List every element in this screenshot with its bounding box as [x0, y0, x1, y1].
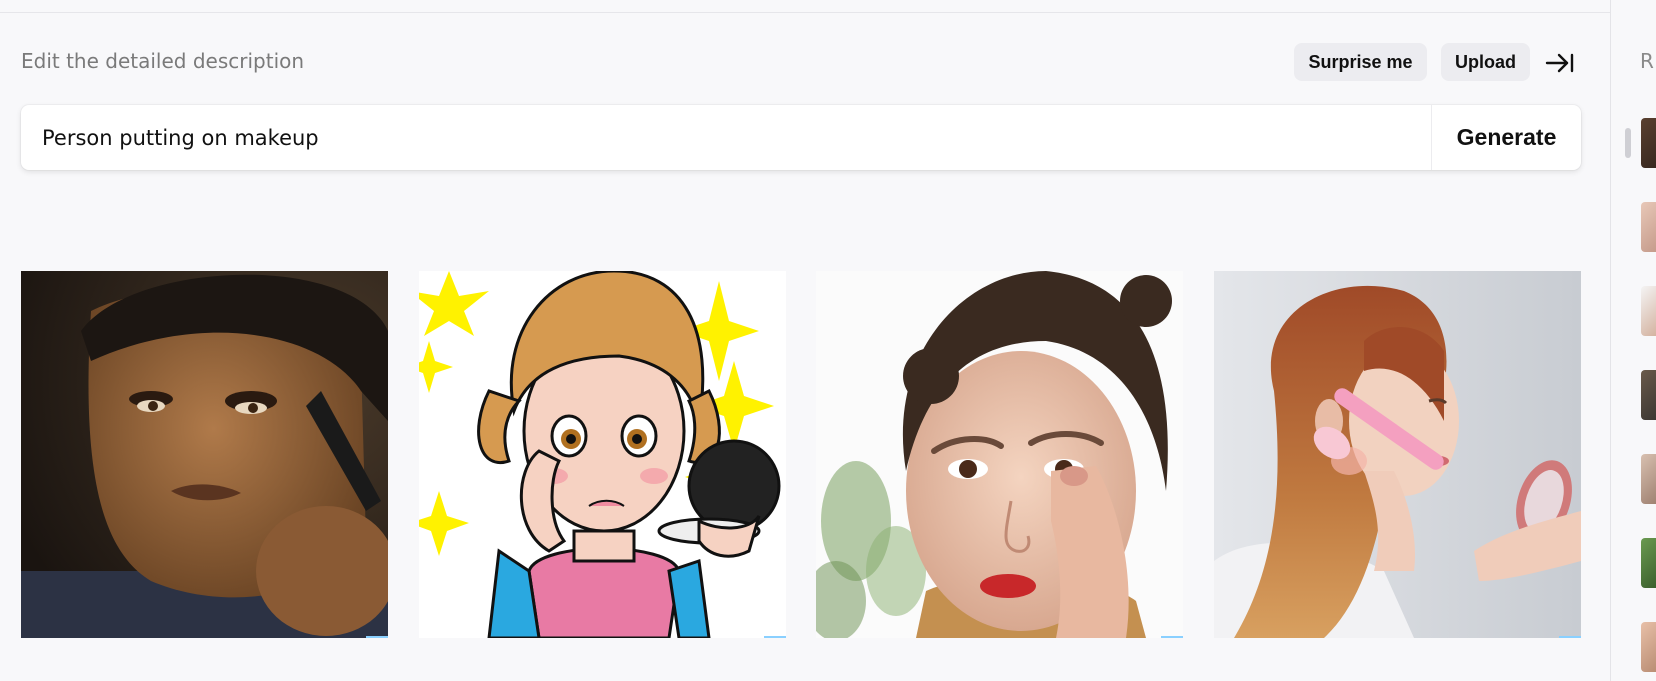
recent-thumb-5[interactable]	[1641, 454, 1656, 504]
result-image-4[interactable]	[1214, 271, 1581, 638]
recent-thumb-6[interactable]	[1641, 538, 1656, 588]
prompt-input[interactable]	[42, 121, 1422, 155]
recents-panel: R	[1611, 0, 1656, 681]
collapse-panel-button[interactable]	[1543, 48, 1577, 78]
result-image-3[interactable]	[816, 271, 1183, 638]
result-image-4-art	[1214, 271, 1581, 638]
result-image-1-art	[21, 271, 388, 638]
result-image-1[interactable]	[21, 271, 388, 638]
prompt-bar: Generate	[21, 105, 1581, 170]
result-image-2[interactable]	[419, 271, 786, 638]
arrow-right-to-line-icon	[1545, 53, 1574, 73]
recents-label: R	[1640, 49, 1654, 73]
upload-button[interactable]: Upload	[1441, 43, 1530, 81]
generate-button[interactable]: Generate	[1432, 105, 1581, 170]
recent-thumb-4[interactable]	[1641, 370, 1656, 420]
recents-scrollbar[interactable]	[1625, 128, 1631, 158]
result-image-3-art	[816, 271, 1183, 638]
recent-thumb-3[interactable]	[1641, 286, 1656, 336]
surprise-me-button[interactable]: Surprise me	[1294, 43, 1427, 81]
result-image-2-art	[419, 271, 786, 638]
recent-thumb-7[interactable]	[1641, 622, 1656, 672]
recent-thumb-2[interactable]	[1641, 202, 1656, 252]
description-label: Edit the detailed description	[21, 49, 305, 73]
recent-thumb-1[interactable]	[1641, 118, 1656, 168]
top-divider	[0, 12, 1610, 13]
